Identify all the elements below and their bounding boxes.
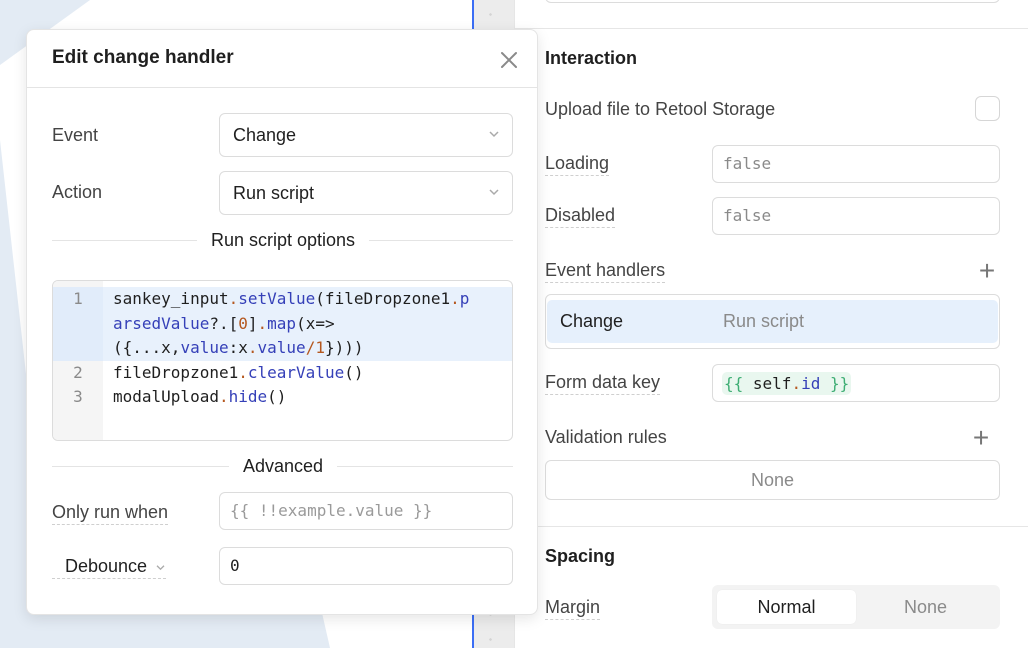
event-select-value: Change	[233, 125, 297, 145]
margin-label: Margin	[545, 596, 601, 620]
chevron-down-icon	[156, 565, 165, 570]
loading-label: Loading	[545, 152, 610, 176]
loading-input[interactable]: false	[712, 145, 1000, 183]
code-text: modalUpload.hide()	[113, 387, 287, 406]
chevron-down-icon	[489, 189, 499, 196]
chevron-down-icon	[489, 131, 499, 138]
form-data-key-input[interactable]: {{ self.id }}	[712, 364, 1000, 402]
debounce-dropdown[interactable]: Debounce	[52, 556, 167, 579]
action-select[interactable]: Run script	[219, 171, 513, 215]
upload-storage-label: Upload file to Retool Storage	[545, 99, 776, 119]
event-handlers-label: Event handlers	[545, 259, 666, 283]
debounce-label: Debounce	[65, 556, 148, 576]
advanced-heading: Advanced	[27, 456, 539, 477]
validation-rules-label: Validation rules	[545, 427, 667, 447]
close-icon[interactable]	[498, 49, 520, 71]
interaction-title: Interaction	[545, 48, 638, 68]
only-run-when-label: Only run when	[52, 502, 169, 525]
code-text: fileDropzone1.clearValue()	[113, 362, 364, 382]
run-script-options-heading: Run script options	[27, 230, 539, 251]
form-data-key-label: Form data key	[545, 371, 661, 395]
code-line: 3 modalUpload.hide()	[53, 385, 512, 410]
action-select-value: Run script	[233, 183, 315, 203]
modal-title: Edit change handler	[52, 47, 234, 68]
line-number: 3	[73, 387, 83, 406]
margin-option-normal[interactable]: Normal	[717, 590, 856, 624]
add-event-handler-icon[interactable]: +	[976, 257, 998, 285]
code-line: 1 sankey_input.setValue(fileDropzone1.p …	[53, 287, 512, 361]
spacing-title: Spacing	[545, 546, 616, 566]
disabled-label: Disabled	[545, 204, 616, 228]
validation-rules-empty: None	[545, 460, 1000, 500]
form-data-key-value: {{ self.id }}	[722, 372, 852, 395]
debounce-input[interactable]: 0	[219, 547, 513, 585]
edit-change-handler-modal: Edit change handler Event Change Action …	[26, 29, 538, 615]
handler-action: Run script	[723, 311, 805, 331]
margin-segmented-control: Normal None	[712, 585, 1000, 629]
code-line: 2 fileDropzone1.clearValue()	[53, 361, 512, 386]
handler-event: Change	[560, 311, 624, 331]
line-number: 2	[73, 362, 83, 382]
run-script-options-label: Run script options	[196, 230, 370, 250]
code-text: sankey_input.setValue(fileDropzone1.p ar…	[113, 289, 470, 357]
disabled-input[interactable]: false	[712, 197, 1000, 235]
event-handler-item[interactable]: Change Run script	[547, 300, 998, 343]
divider	[515, 28, 1028, 29]
line-number: 1	[53, 287, 103, 361]
script-code-editor[interactable]: 1 sankey_input.setValue(fileDropzone1.p …	[52, 280, 513, 441]
margin-option-none[interactable]: None	[856, 590, 995, 624]
advanced-label: Advanced	[228, 456, 338, 476]
event-label: Event	[52, 125, 99, 145]
add-validation-rule-icon[interactable]: +	[970, 424, 992, 452]
inspector-panel: Interaction Upload file to Retool Storag…	[514, 0, 1028, 648]
event-handler-list: Change Run script	[545, 294, 1000, 349]
previous-field	[545, 0, 1000, 3]
only-run-when-input[interactable]: {{ !!example.value }}	[219, 492, 513, 530]
divider	[515, 526, 1028, 527]
event-select[interactable]: Change	[219, 113, 513, 157]
modal-header: Edit change handler	[27, 30, 537, 88]
action-label: Action	[52, 182, 103, 202]
upload-storage-checkbox[interactable]	[975, 96, 1000, 121]
